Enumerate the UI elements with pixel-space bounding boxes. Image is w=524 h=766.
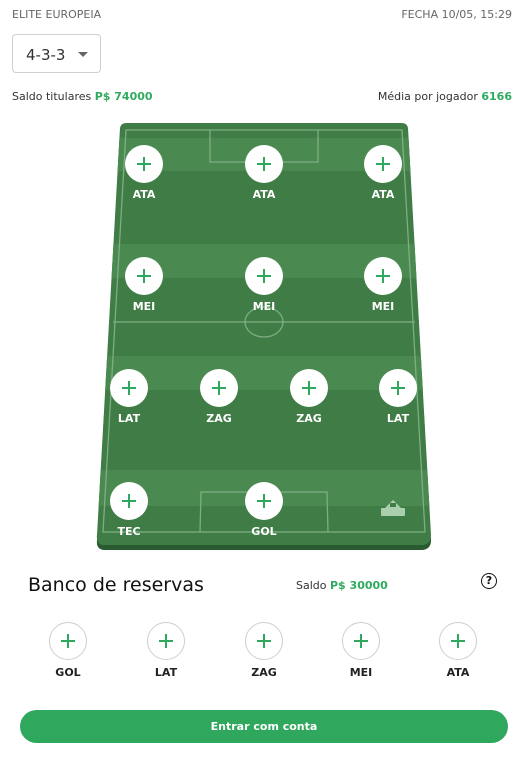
- field-slot-zag[interactable]: ZAG: [187, 369, 251, 425]
- add-player-icon[interactable]: [439, 622, 477, 660]
- add-player-icon[interactable]: [110, 369, 148, 407]
- position-label: GOL: [55, 666, 81, 679]
- add-player-icon[interactable]: [245, 257, 283, 295]
- add-player-icon[interactable]: [290, 369, 328, 407]
- add-player-icon[interactable]: [379, 369, 417, 407]
- field-slot-zag[interactable]: ZAG: [277, 369, 341, 425]
- bench-slot-zag[interactable]: ZAG: [234, 622, 294, 679]
- position-label: ATA: [446, 666, 470, 679]
- position-label: ATA: [371, 188, 395, 201]
- enter-account-button[interactable]: Entrar com conta: [20, 710, 508, 743]
- bench-slot-lat[interactable]: LAT: [136, 622, 196, 679]
- position-label: ZAG: [206, 412, 232, 425]
- position-label: LAT: [117, 412, 141, 425]
- add-player-icon[interactable]: [245, 482, 283, 520]
- position-label: MEI: [252, 300, 276, 313]
- position-label: ATA: [132, 188, 156, 201]
- add-player-icon[interactable]: [245, 145, 283, 183]
- position-label: GOL: [251, 525, 277, 538]
- add-player-icon[interactable]: [125, 145, 163, 183]
- bench-slot-mei[interactable]: MEI: [331, 622, 391, 679]
- position-label: ZAG: [296, 412, 322, 425]
- position-label: MEI: [349, 666, 373, 679]
- field-slot-mei[interactable]: MEI: [232, 257, 296, 313]
- add-player-icon[interactable]: [200, 369, 238, 407]
- bench-saldo-label: Saldo: [296, 579, 327, 592]
- field-slot-ata[interactable]: ATA: [351, 145, 415, 201]
- add-player-icon[interactable]: [364, 145, 402, 183]
- add-player-icon[interactable]: [110, 482, 148, 520]
- bench-saldo-value: P$ 30000: [330, 579, 388, 592]
- position-label: ZAG: [251, 666, 277, 679]
- add-player-icon[interactable]: [49, 622, 87, 660]
- position-label: ATA: [252, 188, 276, 201]
- add-player-icon[interactable]: [245, 622, 283, 660]
- position-label: MEI: [371, 300, 395, 313]
- position-label: LAT: [386, 412, 410, 425]
- field-slot-lat[interactable]: LAT: [97, 369, 161, 425]
- position-label: MEI: [132, 300, 156, 313]
- add-player-icon[interactable]: [364, 257, 402, 295]
- question-icon[interactable]: ?: [481, 573, 497, 589]
- field-slot-mei[interactable]: MEI: [112, 257, 176, 313]
- add-player-icon[interactable]: [125, 257, 163, 295]
- field-slot-ata[interactable]: ATA: [112, 145, 176, 201]
- position-label: TEC: [117, 525, 141, 538]
- bench-slot-ata[interactable]: ATA: [428, 622, 488, 679]
- field-slot-gol[interactable]: GOL: [232, 482, 296, 538]
- field-slot-tec[interactable]: TEC: [97, 482, 161, 538]
- field-slot-ata[interactable]: ATA: [232, 145, 296, 201]
- position-label: LAT: [154, 666, 178, 679]
- bench-saldo: Saldo P$ 30000: [296, 579, 388, 592]
- add-player-icon[interactable]: [147, 622, 185, 660]
- field-slot-lat[interactable]: LAT: [366, 369, 430, 425]
- bench-slot-gol[interactable]: GOL: [38, 622, 98, 679]
- bench-title: Banco de reservas: [28, 574, 204, 596]
- add-player-icon[interactable]: [342, 622, 380, 660]
- field-slot-mei[interactable]: MEI: [351, 257, 415, 313]
